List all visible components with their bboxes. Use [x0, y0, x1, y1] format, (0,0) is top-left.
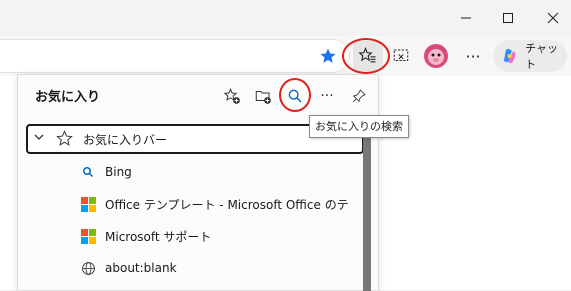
folder-label: お気に入りバー — [83, 133, 168, 147]
maximize-button[interactable] — [485, 0, 531, 36]
favorite-item-label: about:blank — [105, 261, 177, 275]
microsoft-logo-icon — [80, 228, 96, 244]
ellipsis-icon: ··· — [320, 88, 334, 104]
pin-icon — [352, 89, 366, 103]
bing-search-icon — [80, 164, 96, 180]
add-favorite-button[interactable] — [219, 83, 245, 109]
web-capture-icon — [393, 49, 409, 61]
avatar — [424, 44, 448, 68]
favorite-item-label: Office テンプレート - Microsoft Office のテンプレート — [105, 197, 350, 212]
folder-add-icon — [255, 91, 271, 104]
favorite-item-label: Microsoft サポート — [105, 229, 212, 244]
search-favorites-button[interactable] — [282, 83, 308, 109]
search-tooltip: お気に入りの検索 — [309, 115, 409, 138]
ellipsis-icon: ··· — [465, 46, 481, 66]
close-button[interactable] — [530, 0, 571, 36]
more-button[interactable]: ··· — [458, 41, 488, 71]
minimize-button[interactable] — [443, 0, 489, 36]
star-filled-icon — [320, 48, 336, 63]
maximize-icon — [503, 13, 513, 23]
favorite-item-bing[interactable]: Bing — [80, 157, 350, 187]
close-icon — [547, 12, 559, 24]
add-folder-button[interactable] — [250, 83, 276, 109]
globe-icon — [80, 260, 96, 276]
chevron-down-icon[interactable] — [34, 132, 44, 145]
search-icon — [288, 89, 302, 103]
copilot-icon — [503, 49, 516, 64]
title-bar — [0, 0, 571, 36]
microsoft-logo-icon — [80, 196, 96, 212]
pin-button[interactable] — [346, 83, 372, 109]
favorite-item-about-blank[interactable]: about:blank — [80, 253, 350, 283]
favorite-item-office-templates[interactable]: Office テンプレート - Microsoft Office のテンプレート — [80, 189, 350, 219]
browser-toolbar: ··· — [0, 36, 571, 76]
favorites-list-icon — [358, 47, 376, 63]
minimize-icon — [461, 17, 471, 19]
more-options-button[interactable]: ··· — [314, 83, 340, 109]
web-capture-button[interactable] — [386, 41, 416, 71]
favorites-button[interactable] — [353, 41, 383, 71]
scrollbar[interactable] — [363, 125, 371, 291]
star-add-icon — [223, 88, 240, 104]
favorite-star-button[interactable] — [313, 41, 343, 71]
star-icon — [56, 130, 73, 151]
favorites-panel: お気に入り ··· お気に入りバー Bing Office テンプレート - M… — [17, 74, 379, 291]
chat-label: チャット — [525, 42, 559, 71]
panel-title: お気に入り — [35, 90, 101, 105]
favorite-item-label: Bing — [105, 165, 132, 179]
favorite-item-microsoft-support[interactable]: Microsoft サポート — [80, 221, 350, 251]
address-bar[interactable] — [0, 39, 350, 73]
profile-button[interactable] — [421, 41, 451, 71]
copilot-button[interactable]: チャット — [493, 40, 567, 72]
